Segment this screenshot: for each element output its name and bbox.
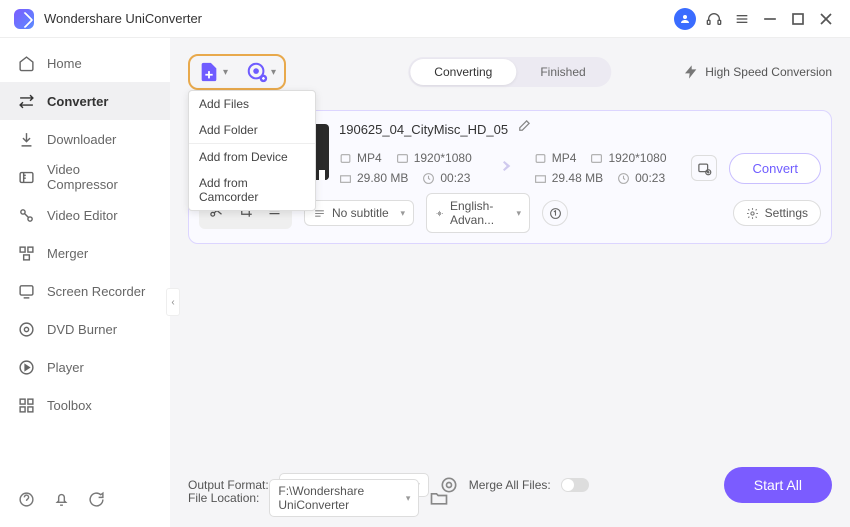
subtitle-select[interactable]: No subtitle▾ bbox=[304, 200, 414, 226]
sidebar-item-toolbox[interactable]: Toolbox bbox=[0, 386, 170, 424]
sidebar-item-home[interactable]: Home bbox=[0, 44, 170, 82]
info-icon[interactable] bbox=[542, 200, 568, 226]
sidebar: Home Converter Downloader Video Compress… bbox=[0, 38, 170, 527]
edit-name-icon[interactable] bbox=[516, 119, 531, 139]
src-format: MP4 bbox=[339, 151, 382, 165]
chevron-down-icon: ▾ bbox=[223, 67, 228, 78]
file-location-select[interactable]: F:\Wondershare UniConverter▾ bbox=[269, 479, 419, 517]
dst-dur: 00:23 bbox=[617, 171, 665, 185]
bell-icon[interactable] bbox=[53, 491, 70, 513]
sidebar-item-player[interactable]: Player bbox=[0, 348, 170, 386]
src-size: 29.80 MB bbox=[339, 171, 408, 185]
dst-size: 29.48 MB bbox=[534, 171, 603, 185]
add-file-group: ▾ ▾ Add Files Add Folder Add from Device… bbox=[188, 54, 286, 90]
sidebar-item-label: Video Editor bbox=[47, 208, 118, 223]
minimize-button[interactable] bbox=[760, 9, 780, 29]
sidebar-item-label: Player bbox=[47, 360, 84, 375]
open-folder-icon[interactable] bbox=[429, 488, 449, 508]
app-logo bbox=[14, 9, 34, 29]
feedback-icon[interactable] bbox=[88, 491, 105, 513]
dropdown-add-camcorder[interactable]: Add from Camcorder bbox=[189, 170, 315, 210]
sidebar-item-converter[interactable]: Converter bbox=[0, 82, 170, 120]
help-icon[interactable] bbox=[18, 491, 35, 513]
sidebar-item-label: Screen Recorder bbox=[47, 284, 145, 299]
sidebar-item-label: Toolbox bbox=[47, 398, 92, 413]
tab-finished[interactable]: Finished bbox=[516, 59, 609, 85]
convert-button[interactable]: Convert bbox=[729, 153, 821, 184]
sidebar-item-dvd[interactable]: DVD Burner bbox=[0, 310, 170, 348]
format-settings-icon[interactable] bbox=[691, 155, 717, 181]
sidebar-item-downloader[interactable]: Downloader bbox=[0, 120, 170, 158]
sidebar-item-label: DVD Burner bbox=[47, 322, 117, 337]
sidebar-item-label: Converter bbox=[47, 94, 108, 109]
dropdown-add-device[interactable]: Add from Device bbox=[189, 144, 315, 170]
sidebar-item-label: Downloader bbox=[47, 132, 116, 147]
arrow-icon bbox=[484, 155, 522, 182]
app-title: Wondershare UniConverter bbox=[44, 11, 202, 26]
status-tabs: Converting Finished bbox=[408, 57, 611, 87]
titlebar: Wondershare UniConverter bbox=[0, 0, 850, 38]
sidebar-item-compressor[interactable]: Video Compressor bbox=[0, 158, 170, 196]
headset-icon[interactable] bbox=[704, 9, 724, 29]
add-file-button[interactable]: ▾ bbox=[198, 61, 228, 83]
merge-toggle[interactable] bbox=[561, 478, 589, 492]
high-speed-toggle[interactable]: High Speed Conversion bbox=[683, 64, 832, 80]
src-dur: 00:23 bbox=[422, 171, 470, 185]
add-dropdown: Add Files Add Folder Add from Device Add… bbox=[188, 90, 316, 211]
file-location-label: File Location: bbox=[188, 491, 259, 505]
hs-label: High Speed Conversion bbox=[705, 65, 832, 79]
sidebar-item-recorder[interactable]: Screen Recorder bbox=[0, 272, 170, 310]
sidebar-item-editor[interactable]: Video Editor bbox=[0, 196, 170, 234]
audio-select[interactable]: English-Advan...▾ bbox=[426, 193, 530, 233]
dropdown-add-folder[interactable]: Add Folder bbox=[189, 117, 315, 143]
dropdown-add-files[interactable]: Add Files bbox=[189, 91, 315, 117]
settings-button[interactable]: Settings bbox=[733, 200, 821, 226]
src-res: 1920*1080 bbox=[396, 151, 472, 165]
file-name: 190625_04_CityMisc_HD_05 bbox=[339, 122, 508, 137]
sidebar-item-label: Merger bbox=[47, 246, 88, 261]
sidebar-item-merger[interactable]: Merger bbox=[0, 234, 170, 272]
close-button[interactable] bbox=[816, 9, 836, 29]
sidebar-item-label: Video Compressor bbox=[47, 162, 152, 192]
maximize-button[interactable] bbox=[788, 9, 808, 29]
sidebar-collapse[interactable]: ‹ bbox=[166, 288, 180, 316]
start-all-button[interactable]: Start All bbox=[724, 467, 832, 503]
user-avatar[interactable] bbox=[674, 8, 696, 30]
chevron-down-icon: ▾ bbox=[271, 67, 276, 78]
dst-res: 1920*1080 bbox=[590, 151, 666, 165]
dst-format: MP4 bbox=[534, 151, 577, 165]
menu-icon[interactable] bbox=[732, 9, 752, 29]
sidebar-item-label: Home bbox=[47, 56, 82, 71]
tab-converting[interactable]: Converting bbox=[410, 59, 516, 85]
add-dvd-button[interactable]: ▾ bbox=[246, 61, 276, 83]
